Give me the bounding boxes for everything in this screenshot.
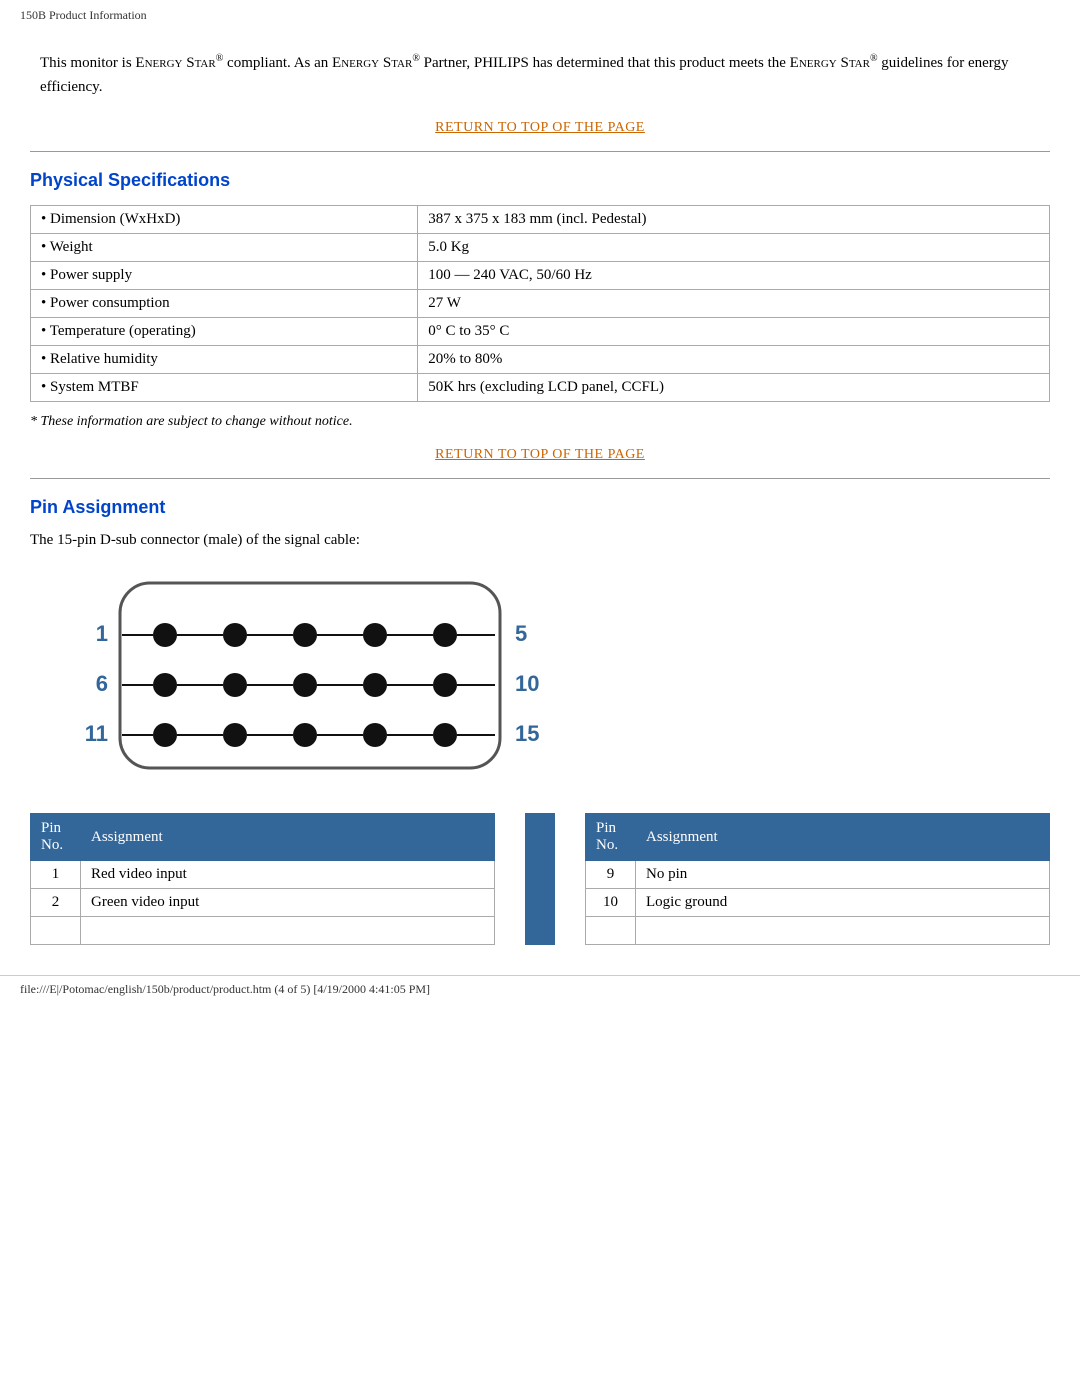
- pin-assignment-10: Logic ground: [636, 889, 1050, 917]
- pin-tables-container: PinNo. Assignment 1 Red video input 2 Gr…: [30, 813, 1050, 945]
- spec-label-power-consumption: • Power consumption: [31, 290, 418, 318]
- table-row: • Power consumption 27 W: [31, 290, 1050, 318]
- pin-no-1: 1: [31, 861, 81, 889]
- page-header-title: 150B Product Information: [20, 8, 147, 22]
- pin-assignment-section: Pin Assignment The 15-pin D-sub connecto…: [30, 497, 1050, 945]
- pin-assignment-spacer-left: [81, 917, 495, 945]
- pin-no-header-right: PinNo.: [586, 814, 636, 861]
- pin-no-spacer-right: [586, 917, 636, 945]
- brand-name-1: Energy Star: [135, 55, 215, 71]
- table-row: • Temperature (operating) 0° C to 35° C: [31, 318, 1050, 346]
- pin-table-right: PinNo. Assignment 9 No pin 10 Logic grou…: [585, 813, 1050, 945]
- svg-text:11: 11: [85, 721, 108, 746]
- spec-label-power-supply: • Power supply: [31, 262, 418, 290]
- table-row: • Relative humidity 20% to 80%: [31, 346, 1050, 374]
- svg-text:5: 5: [515, 621, 527, 646]
- spec-value-humidity: 20% to 80%: [418, 346, 1050, 374]
- pin-assignment-title: Pin Assignment: [30, 497, 1050, 518]
- connector-svg: 1 5 6 10: [60, 563, 560, 793]
- pin-assignment-spacer-right: [636, 917, 1050, 945]
- svg-text:10: 10: [515, 671, 539, 696]
- pin-no-10: 10: [586, 889, 636, 917]
- brand-name-2: Energy Star: [332, 55, 412, 71]
- connector-diagram: 1 5 6 10: [60, 563, 560, 793]
- pin-assignment-9: No pin: [636, 861, 1050, 889]
- spec-value-dimension: 387 x 375 x 183 mm (incl. Pedestal): [418, 206, 1050, 234]
- pin-no-spacer-left: [31, 917, 81, 945]
- assignment-header-left: Assignment: [81, 814, 495, 861]
- energy-star-block: This monitor is Energy Star® compliant. …: [30, 51, 1050, 99]
- table-row: • System MTBF 50K hrs (excluding LCD pan…: [31, 374, 1050, 402]
- pin-no-2: 2: [31, 889, 81, 917]
- pin-assignment-1: Red video input: [81, 861, 495, 889]
- table-row: 1 Red video input: [31, 861, 495, 889]
- specs-table: • Dimension (WxHxD) 387 x 375 x 183 mm (…: [30, 205, 1050, 402]
- table-row: 10 Logic ground: [586, 889, 1050, 917]
- page-header: 150B Product Information: [0, 0, 1080, 31]
- table-row: 2 Green video input: [31, 889, 495, 917]
- divider-1: [30, 151, 1050, 152]
- brand-name-3: Energy Star: [790, 55, 870, 71]
- footer-text: file:///E|/Potomac/english/150b/product/…: [20, 982, 430, 996]
- divider-2: [30, 478, 1050, 479]
- spec-value-temperature: 0° C to 35° C: [418, 318, 1050, 346]
- spec-label-mtbf: • System MTBF: [31, 374, 418, 402]
- table-row-spacer: [31, 917, 495, 945]
- table-row: 9 No pin: [586, 861, 1050, 889]
- spec-label-humidity: • Relative humidity: [31, 346, 418, 374]
- return-link-1-container: RETURN TO TOP OF THE PAGE: [30, 119, 1050, 136]
- spec-label-weight: • Weight: [31, 234, 418, 262]
- pin-no-9: 9: [586, 861, 636, 889]
- table-row-spacer: [586, 917, 1050, 945]
- table-spacer: [525, 813, 555, 945]
- spec-value-weight: 5.0 Kg: [418, 234, 1050, 262]
- spec-label-dimension: • Dimension (WxHxD): [31, 206, 418, 234]
- spec-label-temperature: • Temperature (operating): [31, 318, 418, 346]
- spec-value-power-supply: 100 — 240 VAC, 50/60 Hz: [418, 262, 1050, 290]
- return-link-1[interactable]: RETURN TO TOP OF THE PAGE: [435, 120, 645, 135]
- pin-no-header-left: PinNo.: [31, 814, 81, 861]
- pin-table-left: PinNo. Assignment 1 Red video input 2 Gr…: [30, 813, 495, 945]
- pin-table-header-row-right: PinNo. Assignment: [586, 814, 1050, 861]
- svg-text:1: 1: [96, 621, 108, 646]
- table-row: • Dimension (WxHxD) 387 x 375 x 183 mm (…: [31, 206, 1050, 234]
- spec-value-mtbf: 50K hrs (excluding LCD panel, CCFL): [418, 374, 1050, 402]
- table-row: • Power supply 100 — 240 VAC, 50/60 Hz: [31, 262, 1050, 290]
- energy-star-text: This monitor is Energy Star® compliant. …: [40, 51, 1040, 99]
- table-row: • Weight 5.0 Kg: [31, 234, 1050, 262]
- assignment-header-right: Assignment: [636, 814, 1050, 861]
- svg-text:15: 15: [515, 721, 539, 746]
- pin-assignment-2: Green video input: [81, 889, 495, 917]
- physical-specs-section: Physical Specifications • Dimension (WxH…: [30, 170, 1050, 430]
- main-content: This monitor is Energy Star® compliant. …: [0, 31, 1080, 955]
- pin-assignment-description: The 15-pin D-sub connector (male) of the…: [30, 532, 1050, 549]
- return-link-2-container: RETURN TO TOP OF THE PAGE: [30, 446, 1050, 463]
- specs-footnote: * These information are subject to chang…: [30, 414, 1050, 430]
- return-link-2[interactable]: RETURN TO TOP OF THE PAGE: [435, 447, 645, 462]
- svg-text:6: 6: [96, 671, 108, 696]
- pin-table-header-row: PinNo. Assignment: [31, 814, 495, 861]
- physical-specs-title: Physical Specifications: [30, 170, 1050, 191]
- spec-value-power-consumption: 27 W: [418, 290, 1050, 318]
- page-footer: file:///E|/Potomac/english/150b/product/…: [0, 975, 1080, 1003]
